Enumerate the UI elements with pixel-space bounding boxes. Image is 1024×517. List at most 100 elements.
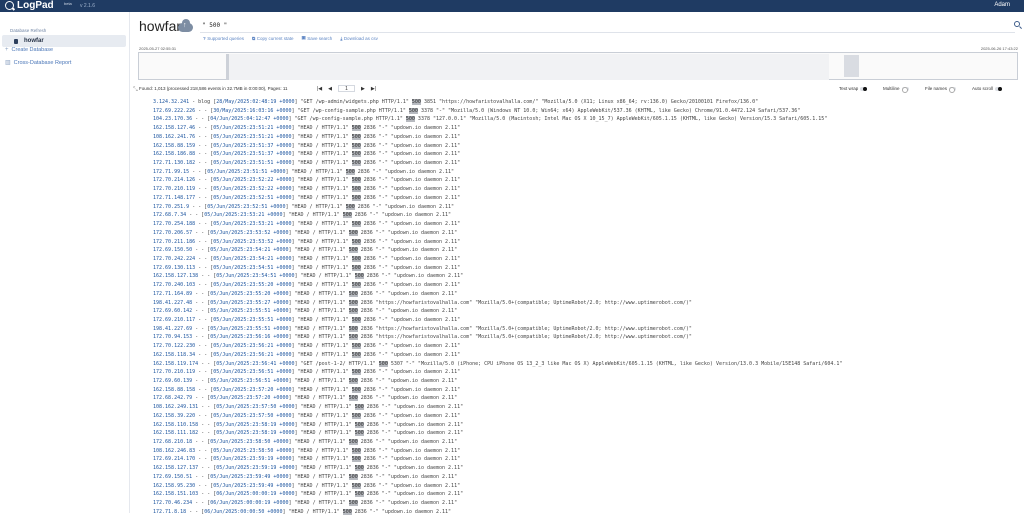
log-line[interactable]: 162.158.119.174 - - [05/Jun/2025:23:56:4… xyxy=(153,360,1018,369)
text-wrap-toggle[interactable]: Text wrap xyxy=(839,86,868,91)
log-sep: - - [ xyxy=(195,221,214,228)
database-name[interactable]: howfar xyxy=(24,38,44,44)
app-name[interactable]: LogPad xyxy=(17,0,54,12)
log-date: 05/Jun/2025:23:56:51 +0000 xyxy=(210,378,289,384)
create-database-link[interactable]: + Create Database xyxy=(5,47,53,53)
log-line[interactable]: 172.69.150.51 - - [05/Jun/2025:23:59:49 … xyxy=(153,473,1018,482)
log-date: 05/Jun/2025:23:58:50 +0000 xyxy=(210,439,289,446)
log-line[interactable]: 162.158.39.220 - - [05/Jun/2025:23:57:50… xyxy=(153,412,1018,421)
log-sep: - - [ xyxy=(195,160,214,167)
log-line[interactable]: 172.71.164.89 - - [05/Jun/2025:23:55:20 … xyxy=(153,290,1018,299)
collapse-icon[interactable]: ⤡ xyxy=(133,87,138,94)
log-line[interactable]: 172.69.150.50 - - [05/Jun/2025:23:54:21 … xyxy=(153,246,1018,255)
log-line[interactable]: 172.70.210.119 - - [05/Jun/2025:23:52:22… xyxy=(153,185,1018,194)
log-line[interactable]: 162.158.110.158 - - [05/Jun/2025:23:58:1… xyxy=(153,421,1018,430)
log-request: ] "HEAD / HTTP/1.1" xyxy=(288,247,349,254)
log-line[interactable]: 172.69.214.170 - - [05/Jun/2025:23:59:19… xyxy=(153,455,1018,464)
log-line[interactable]: 162.158.95.230 - - [05/Jun/2025:23:59:49… xyxy=(153,482,1018,491)
log-line[interactable]: 172.69.130.113 - - [05/Jun/2025:23:54:51… xyxy=(153,264,1018,273)
sidebar-item-database[interactable] xyxy=(2,35,126,47)
log-line[interactable]: 172.70.210.119 - - [05/Jun/2025:23:56:51… xyxy=(153,368,1018,377)
log-date: 05/Jun/2025:23:55:20 +0000 xyxy=(210,290,289,297)
log-request: ] "HEAD / HTTP/1.1" xyxy=(291,238,352,245)
log-line[interactable]: 172.69.60.139 - - [05/Jun/2025:23:56:51 … xyxy=(153,377,1018,386)
search-icon[interactable] xyxy=(1014,21,1020,27)
log-status: 500 xyxy=(351,351,361,358)
log-line[interactable]: 172.71.148.177 - - [05/Jun/2025:23:52:51… xyxy=(153,194,1018,203)
log-line[interactable]: 3.124.32.241 - blog [28/May/2025:02:48:1… xyxy=(153,98,1018,107)
toggle-switch[interactable] xyxy=(949,86,957,93)
user-menu[interactable]: Adam xyxy=(994,2,1010,8)
prev-page-button[interactable]: ◀ xyxy=(328,86,332,92)
timeline-selection[interactable] xyxy=(229,54,829,80)
log-rest: 2836 "-" "updown.io daemon 2.11" xyxy=(360,264,461,271)
log-line[interactable]: 172.70.94.153 - - [05/Jun/2025:23:56:16 … xyxy=(153,333,1018,342)
log-line[interactable]: 172.70.206.57 - - [05/Jun/2025:23:53:52 … xyxy=(153,229,1018,238)
log-line[interactable]: 172.71.8.18 - - [06/Jun/2025:00:00:50 +0… xyxy=(153,508,1018,517)
log-rest: 2836 "-" "updown.io daemon 2.11" xyxy=(360,255,461,262)
log-sep: - - [ xyxy=(195,447,214,454)
log-rest: 2836 "-" "updown.io daemon 2.11" xyxy=(360,125,461,132)
last-page-button[interactable]: ▶| xyxy=(371,86,376,92)
next-page-button[interactable]: ▶ xyxy=(361,86,365,92)
log-status: 500 xyxy=(351,160,361,167)
log-line[interactable]: 172.68.7.34 - - [05/Jun/2025:23:53:21 +0… xyxy=(153,211,1018,220)
log-line[interactable]: 162.158.88.159 - - [05/Jun/2025:23:51:37… xyxy=(153,142,1018,151)
file-names-toggle[interactable]: File names xyxy=(925,86,957,93)
log-date: 05/Jun/2025:23:51:21 +0000 xyxy=(213,125,292,132)
log-line[interactable]: 172.70.122.230 - - [05/Jun/2025:23:56:21… xyxy=(153,342,1018,351)
log-line[interactable]: 172.70.242.224 - - [05/Jun/2025:23:54:21… xyxy=(153,255,1018,264)
log-line[interactable]: 172.69.210.117 - - [05/Jun/2025:23:55:51… xyxy=(153,316,1018,325)
log-line[interactable]: 172.70.46.234 - - [06/Jun/2025:00:00:19 … xyxy=(153,499,1018,508)
log-line[interactable]: 198.41.227.69 - - [05/Jun/2025:23:55:51 … xyxy=(153,325,1018,334)
page-input[interactable]: 1 xyxy=(338,85,356,92)
download-csv-link[interactable]: ⤓ Download as csv xyxy=(340,35,378,41)
log-lines: 3.124.32.241 - blog [28/May/2025:02:48:1… xyxy=(153,98,1018,517)
log-line[interactable]: 108.162.246.83 - - [05/Jun/2025:23:58:50… xyxy=(153,447,1018,456)
log-date: 05/Jun/2025:23:56:51 +0000 xyxy=(213,369,292,376)
log-ip: 172.68.242.79 xyxy=(153,395,193,402)
log-ip: 198.41.227.48 xyxy=(153,299,193,306)
timeline-histogram[interactable] xyxy=(138,52,1018,80)
log-line[interactable]: 162.158.127.138 - - [05/Jun/2025:23:54:5… xyxy=(153,272,1018,281)
log-line[interactable]: 172.68.210.18 - - [05/Jun/2025:23:58:50 … xyxy=(153,438,1018,447)
auto-scroll-toggle[interactable]: Auto scroll xyxy=(972,86,1003,91)
log-line[interactable]: 172.70.254.188 - - [05/Jun/2025:23:53:21… xyxy=(153,220,1018,229)
log-line[interactable]: 162.158.111.182 - - [05/Jun/2025:23:58:1… xyxy=(153,429,1018,438)
log-line[interactable]: 162.158.88.158 - - [05/Jun/2025:23:57:20… xyxy=(153,386,1018,395)
multiline-toggle[interactable]: Multiline xyxy=(883,86,909,93)
database-refresh-link[interactable]: Database Refresh xyxy=(10,28,46,33)
copy-state-link[interactable]: ⧉ Copy current state xyxy=(252,35,294,41)
log-line[interactable]: 162.158.118.34 - - [05/Jun/2025:23:56:21… xyxy=(153,351,1018,360)
log-line[interactable]: 108.162.241.76 - - [05/Jun/2025:23:51:21… xyxy=(153,133,1018,142)
log-line[interactable]: 162.158.151.103 - - [06/Jun/2025:00:00:1… xyxy=(153,490,1018,499)
log-status: 500 xyxy=(348,290,358,297)
save-search-link[interactable]: ▣ Save search xyxy=(302,35,333,41)
log-line[interactable]: 172.71.130.182 - - [05/Jun/2025:23:51:51… xyxy=(153,159,1018,168)
log-line[interactable]: 162.158.127.137 - - [05/Jun/2025:23:59:1… xyxy=(153,464,1018,473)
log-line[interactable]: 172.69.60.142 - - [05/Jun/2025:23:55:51 … xyxy=(153,307,1018,316)
cloud-upload-icon[interactable] xyxy=(178,19,193,32)
log-line[interactable]: 104.23.170.36 - - [04/Jun/2025:04:12:47 … xyxy=(153,115,1018,124)
log-ip: 172.70.206.57 xyxy=(153,229,193,236)
log-line[interactable]: 172.70.251.9 - - [05/Jun/2025:23:52:51 +… xyxy=(153,203,1018,212)
log-line[interactable]: 108.162.249.131 - - [05/Jun/2025:23:57:5… xyxy=(153,403,1018,412)
log-line[interactable]: 172.70.240.103 - - [05/Jun/2025:23:55:20… xyxy=(153,281,1018,290)
log-line[interactable]: 172.70.214.126 - - [05/Jun/2025:23:52:22… xyxy=(153,176,1018,185)
log-sep: - - [ xyxy=(195,238,214,245)
first-page-button[interactable]: |◀ xyxy=(317,86,322,92)
log-line[interactable]: 162.158.127.46 - - [05/Jun/2025:23:51:21… xyxy=(153,124,1018,133)
toggle-switch[interactable] xyxy=(860,86,868,91)
log-line[interactable]: 172.68.242.79 - - [05/Jun/2025:23:57:20 … xyxy=(153,394,1018,403)
log-line[interactable]: 162.158.186.88 - - [05/Jun/2025:23:51:37… xyxy=(153,150,1018,159)
toggle-switch[interactable] xyxy=(901,86,909,93)
search-input[interactable]: " 500 " xyxy=(200,20,1015,33)
log-line[interactable]: 172.70.211.186 - - [05/Jun/2025:23:53:52… xyxy=(153,238,1018,247)
toggle-switch[interactable] xyxy=(995,86,1003,91)
log-line[interactable]: 198.41.227.48 - - [05/Jun/2025:23:55:27 … xyxy=(153,299,1018,308)
cross-database-report-link[interactable]: ▥ Cross-Database Report xyxy=(5,59,71,67)
log-line[interactable]: 172.71.99.15 - - [05/Jun/2025:23:51:51 +… xyxy=(153,168,1018,177)
log-line[interactable]: 172.69.222.226 - - [30/May/2025:16:03:16… xyxy=(153,107,1018,116)
log-request: ] "HEAD / HTTP/1.1" xyxy=(294,491,355,498)
supported-queries-link[interactable]: ? Supported queries xyxy=(203,35,244,41)
